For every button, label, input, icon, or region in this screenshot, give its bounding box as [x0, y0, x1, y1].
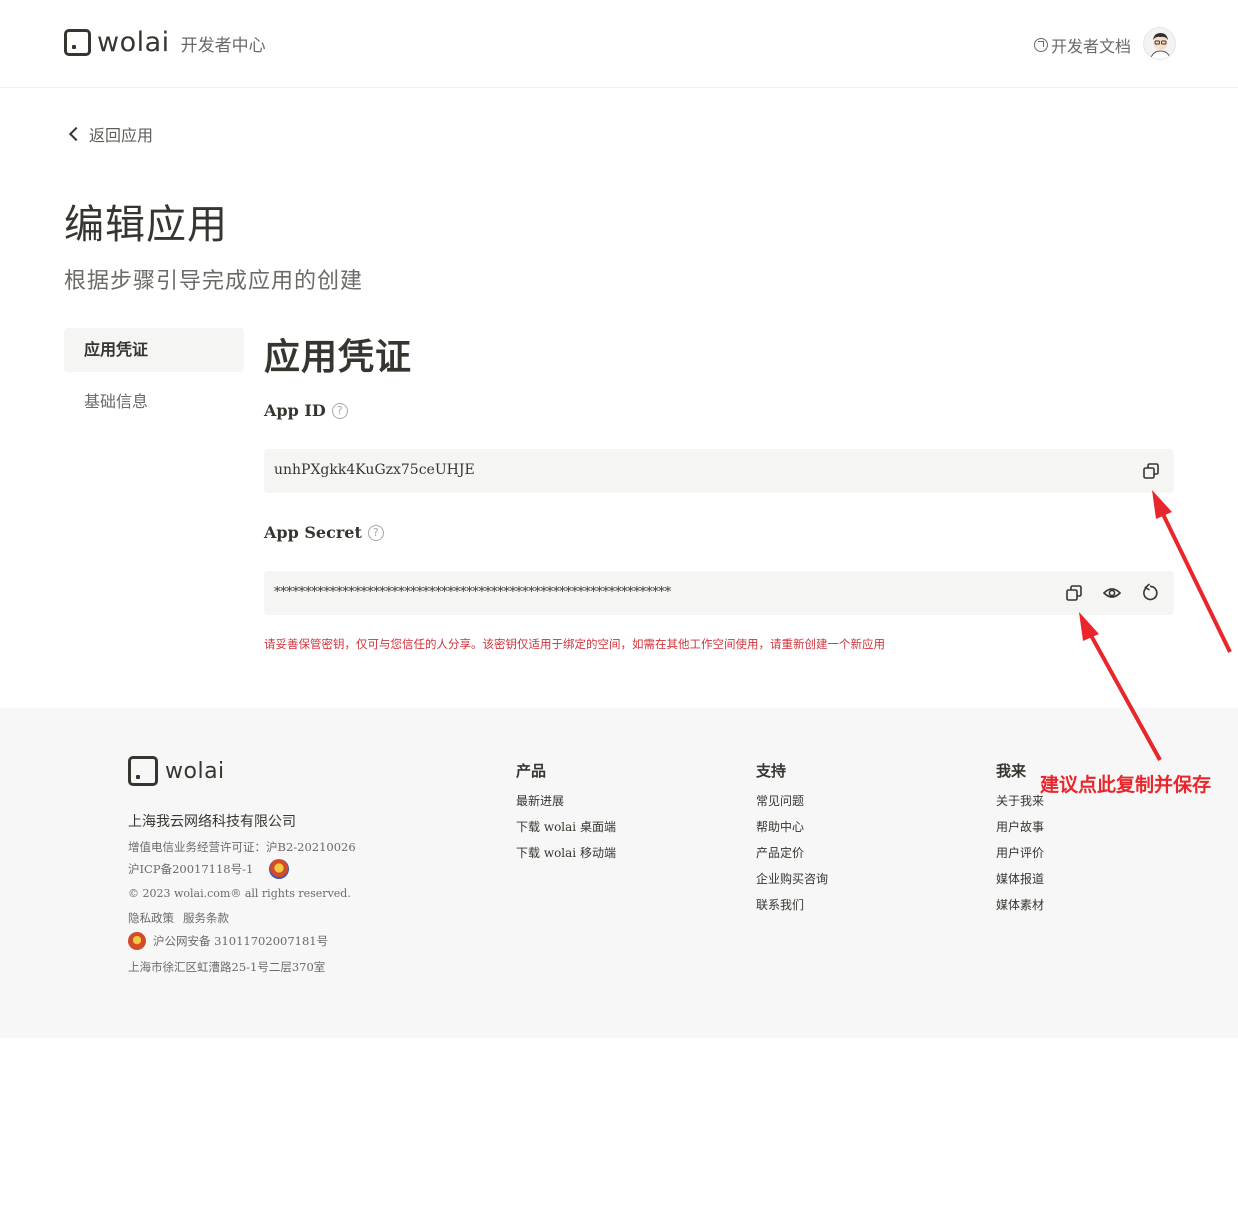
footer-link-faq[interactable]: 常见问题: [756, 792, 804, 809]
company-name: 上海我云网络科技有限公司: [128, 814, 296, 830]
terms-link[interactable]: 服务条款: [183, 910, 229, 926]
header-subtitle: 开发者中心: [180, 36, 266, 56]
app-id-field: unhPXgkk4KuGzx75ceUHJE: [264, 449, 1174, 493]
page-subtitle: 根据步骤引导完成应用的创建: [64, 269, 364, 294]
help-icon[interactable]: ?: [367, 524, 384, 541]
developer-docs-label: 开发者文档: [1051, 37, 1132, 56]
help-icon[interactable]: ?: [331, 402, 348, 419]
avatar[interactable]: [1143, 27, 1176, 60]
section-title: 应用凭证: [264, 336, 413, 378]
external-link-icon: [1034, 38, 1048, 52]
copy-icon: [1066, 585, 1082, 601]
nav-item-credentials[interactable]: 应用凭证: [64, 328, 244, 372]
reset-secret-button[interactable]: [1139, 582, 1161, 604]
icp-link[interactable]: 沪ICP备20017118号-1: [128, 861, 253, 877]
app-secret-value[interactable]: ****************************************…: [274, 585, 671, 600]
app-secret-field: ****************************************…: [264, 571, 1174, 615]
privacy-link[interactable]: 隐私政策: [128, 910, 174, 926]
address-row: 上海市徐汇区虹漕路25-1号二层370室: [128, 959, 325, 975]
eye-icon: [1102, 588, 1122, 598]
wolai-logo[interactable]: wolai 开发者中心: [64, 27, 266, 58]
annotation-arrowhead: [1152, 490, 1172, 519]
refresh-icon: [1143, 583, 1158, 601]
copy-app-id-button[interactable]: [1140, 460, 1162, 482]
footer-link-press[interactable]: 媒体报道: [996, 870, 1044, 887]
back-label: 返回应用: [89, 126, 154, 145]
app-secret-label-row: App Secret ?: [264, 523, 384, 542]
footer-link-reviews[interactable]: 用户评价: [996, 844, 1044, 861]
license-label: 增值电信业务经营许可证：沪B2-20210026: [128, 840, 356, 854]
wolai-logo-icon: [128, 756, 158, 786]
footer-link-latest[interactable]: 最新进展: [516, 792, 564, 809]
top-header: wolai 开发者中心 开发者文档: [0, 0, 1238, 88]
avatar-illustration-icon: [1150, 33, 1171, 59]
developer-docs-link[interactable]: 开发者文档: [1034, 33, 1131, 57]
show-secret-button[interactable]: [1101, 582, 1123, 604]
app-secret-label: App Secret: [264, 523, 362, 542]
footer-logo[interactable]: wolai: [128, 756, 225, 786]
icp-row: 沪ICP备20017118号-1: [128, 859, 290, 879]
footer-link-download-desktop[interactable]: 下载 wolai 桌面端: [516, 818, 616, 835]
police-link[interactable]: 沪公网安备 31011702007181号: [153, 933, 328, 949]
footer-link-stories[interactable]: 用户故事: [996, 818, 1044, 835]
footer-link-help[interactable]: 帮助中心: [756, 818, 804, 835]
copy-app-secret-button[interactable]: [1063, 582, 1085, 604]
chevron-left-icon: [68, 126, 84, 142]
annotation-note: 建议点此复制并保存: [1040, 774, 1212, 796]
address-text: 上海市徐汇区虹漕路25-1号二层370室: [128, 960, 326, 974]
app-id-label-row: App ID ?: [264, 401, 348, 420]
footer-link-enterprise[interactable]: 企业购买咨询: [756, 870, 828, 887]
footer: wolai 上海我云网络科技有限公司 增值电信业务经营许可证：沪B2-20210…: [0, 708, 1238, 1038]
footer-link-pricing[interactable]: 产品定价: [756, 844, 804, 861]
app-id-label: App ID: [264, 401, 326, 420]
back-to-apps-link[interactable]: 返回应用: [68, 122, 153, 146]
footer-logo-text: wolai: [165, 758, 225, 784]
footer-col-wolai-title: 我来: [996, 762, 1027, 780]
nav-item-basic-info[interactable]: 基础信息: [84, 388, 148, 412]
logo-text: wolai: [97, 27, 170, 58]
footer-link-about[interactable]: 关于我来: [996, 792, 1044, 809]
footer-link-download-mobile[interactable]: 下载 wolai 移动端: [516, 844, 616, 861]
secret-warning-text: 请妥善保管密钥，仅可与您信任的人分享。该密钥仅适用于绑定的空间，如需在其他工作空…: [264, 637, 885, 651]
copyright-text: © 2023 wolai.com® all rights reserved.: [128, 887, 351, 900]
footer-link-media-kit[interactable]: 媒体素材: [996, 896, 1044, 913]
copyright-row: © 2023 wolai.com® all rights reserved.: [128, 887, 351, 900]
wolai-logo-icon: [64, 29, 91, 56]
policy-row: 隐私政策 服务条款: [128, 910, 229, 926]
license-text: 增值电信业务经营许可证：沪B2-20210026: [128, 839, 356, 855]
footer-link-contact[interactable]: 联系我们: [756, 896, 804, 913]
copy-icon: [1143, 463, 1159, 479]
police-badge-icon: [128, 932, 146, 950]
page-title: 编辑应用: [64, 202, 228, 248]
police-row: 沪公网安备 31011702007181号: [128, 932, 328, 950]
app-id-value[interactable]: unhPXgkk4KuGzx75ceUHJE: [274, 462, 475, 478]
license-badge-icon[interactable]: [269, 859, 290, 879]
annotation-arrowhead: [1079, 612, 1099, 641]
footer-col-support-title: 支持: [756, 762, 787, 780]
footer-col-product-title: 产品: [516, 762, 547, 780]
